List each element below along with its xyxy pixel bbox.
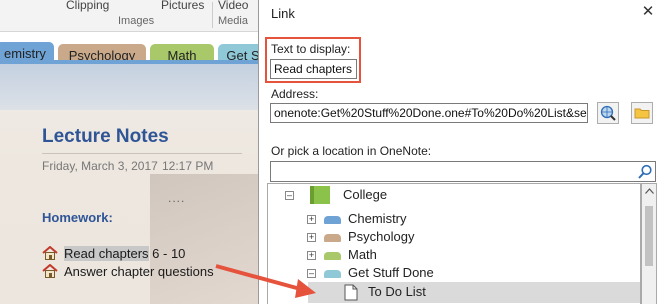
- screen: Clipping Pictures Video Images Media emi…: [0, 0, 670, 304]
- annotation-arrow: [215, 264, 316, 298]
